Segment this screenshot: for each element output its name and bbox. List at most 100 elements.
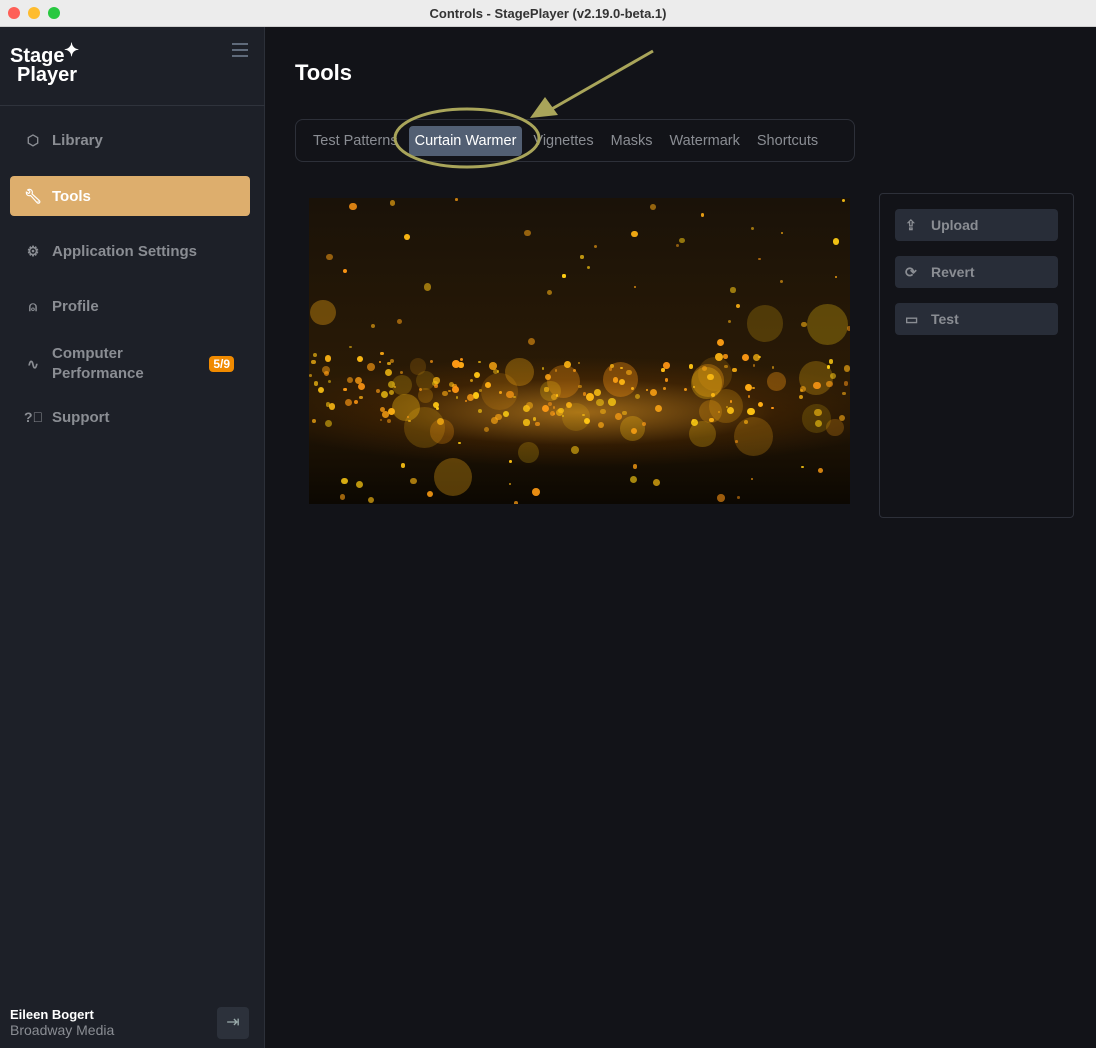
arrowhead: [530, 97, 558, 118]
tab-curtain-warmer[interactable]: Curtain Warmer: [408, 125, 523, 156]
bokeh-particle: [460, 357, 464, 361]
annotation-arrow: [549, 49, 654, 112]
bokeh-particle: [508, 483, 511, 486]
bokeh-particle: [392, 393, 420, 422]
tab-shortcuts[interactable]: Shortcuts: [751, 126, 824, 156]
bokeh-particle: [633, 464, 638, 469]
minimize-window-button[interactable]: [28, 7, 40, 19]
logout-icon: ⇥: [226, 1014, 240, 1031]
bokeh-particle: [477, 408, 482, 414]
bokeh-particle: [683, 387, 688, 392]
logout-button[interactable]: ⇥: [217, 1007, 249, 1039]
cube-icon: ⬡: [26, 131, 40, 148]
zoom-window-button[interactable]: [48, 7, 60, 19]
bokeh-particle: [465, 399, 468, 403]
curtain-warmer-preview: [309, 198, 850, 504]
user-info: Eileen Bogert Broadway Media: [10, 1007, 114, 1038]
bokeh-particle: [571, 445, 579, 454]
bokeh-particle: [758, 258, 761, 261]
bokeh-particle: [736, 303, 741, 308]
bokeh-particle: [564, 361, 571, 369]
revert-button[interactable]: ⟳ Revert: [895, 256, 1058, 288]
bokeh-particle: [531, 488, 540, 496]
bokeh-particle: [491, 417, 498, 424]
actions-panel: ⇪ Upload ⟳ Revert ▭ Test: [879, 193, 1074, 518]
bokeh-particle: [310, 299, 336, 326]
bokeh-particle: [842, 391, 846, 396]
bokeh-particle: [752, 354, 760, 362]
bokeh-particle: [599, 408, 606, 415]
bokeh-particle: [766, 371, 786, 391]
bokeh-particle: [620, 366, 623, 369]
activity-icon: ∿: [27, 355, 39, 372]
hamburger-menu-icon[interactable]: [232, 43, 248, 61]
sidebar-item-application-settings[interactable]: ⚙ Application Settings: [10, 231, 250, 271]
user-name: Eileen Bogert: [10, 1007, 94, 1022]
tab-test-patterns[interactable]: Test Patterns: [307, 126, 404, 156]
bokeh-particle: [317, 386, 324, 394]
bokeh-particle: [357, 356, 364, 363]
bokeh-particle: [344, 398, 352, 407]
bokeh-particle: [312, 419, 316, 423]
tab-watermark[interactable]: Watermark: [664, 126, 746, 156]
bokeh-particle: [505, 357, 534, 386]
bokeh-particle: [478, 360, 481, 364]
bokeh-particle: [399, 370, 403, 374]
bokeh-particle: [726, 406, 734, 414]
bokeh-particle: [727, 319, 732, 324]
bokeh-particle: [328, 380, 332, 384]
bokeh-particle: [608, 398, 617, 406]
bokeh-particle: [349, 345, 352, 349]
bokeh-particle: [817, 468, 823, 474]
bokeh-particle: [752, 386, 755, 390]
bokeh-particle: [473, 372, 480, 379]
bokeh-particle: [813, 381, 821, 390]
bokeh-particle: [484, 426, 490, 432]
bokeh-particle: [688, 364, 694, 369]
bokeh-particle: [734, 440, 738, 444]
sidebar-item-library[interactable]: ⬡ Library: [10, 120, 250, 160]
bokeh-particle: [452, 385, 459, 393]
sidebar-item-support[interactable]: ?⃝ Support: [10, 397, 250, 437]
bokeh-particle: [580, 255, 584, 259]
bokeh-particle: [743, 419, 748, 424]
test-button[interactable]: ▭ Test: [895, 303, 1058, 335]
bokeh-particle: [321, 365, 330, 374]
bokeh-particle: [561, 402, 591, 432]
bokeh-particle: [650, 203, 656, 210]
bokeh-particle: [528, 337, 536, 345]
bokeh-particle: [391, 375, 412, 396]
bokeh-particle: [523, 419, 530, 426]
bokeh-particle: [433, 384, 438, 389]
bokeh-particle: [418, 387, 433, 403]
bokeh-particle: [552, 406, 556, 409]
sidebar-item-profile[interactable]: ⍝ Profile: [10, 286, 250, 326]
bokeh-particle: [341, 478, 348, 485]
bokeh-particle: [835, 275, 838, 279]
sidebar-item-computer-performance[interactable]: ∿ Computer Performance 5/9: [10, 340, 250, 388]
page-title: Tools: [295, 60, 353, 85]
user-org: Broadway Media: [10, 1022, 115, 1038]
upload-button[interactable]: ⇪ Upload: [895, 209, 1058, 241]
bokeh-particle: [416, 371, 436, 391]
bokeh-particle: [701, 365, 707, 371]
bokeh-particle: [473, 392, 480, 399]
bokeh-particle: [829, 372, 836, 380]
bokeh-particle: [598, 422, 605, 429]
tab-vignettes[interactable]: Vignettes: [527, 126, 599, 156]
bokeh-particle: [434, 458, 473, 497]
bokeh-particle: [828, 359, 834, 364]
tab-masks[interactable]: Masks: [605, 126, 659, 156]
bokeh-particle: [357, 383, 365, 391]
bokeh-particle: [355, 480, 363, 489]
bokeh-particle: [325, 253, 333, 261]
bokeh-particle: [843, 381, 849, 386]
bokeh-particle: [700, 213, 705, 217]
close-window-button[interactable]: [8, 7, 20, 19]
bokeh-particle: [340, 494, 346, 500]
logo: Stage Player ✦: [10, 40, 80, 86]
bokeh-particle: [801, 321, 808, 328]
bokeh-particle: [359, 395, 363, 400]
bokeh-particle: [368, 496, 375, 503]
sidebar-item-tools[interactable]: 🔧︎ Tools: [10, 176, 250, 216]
